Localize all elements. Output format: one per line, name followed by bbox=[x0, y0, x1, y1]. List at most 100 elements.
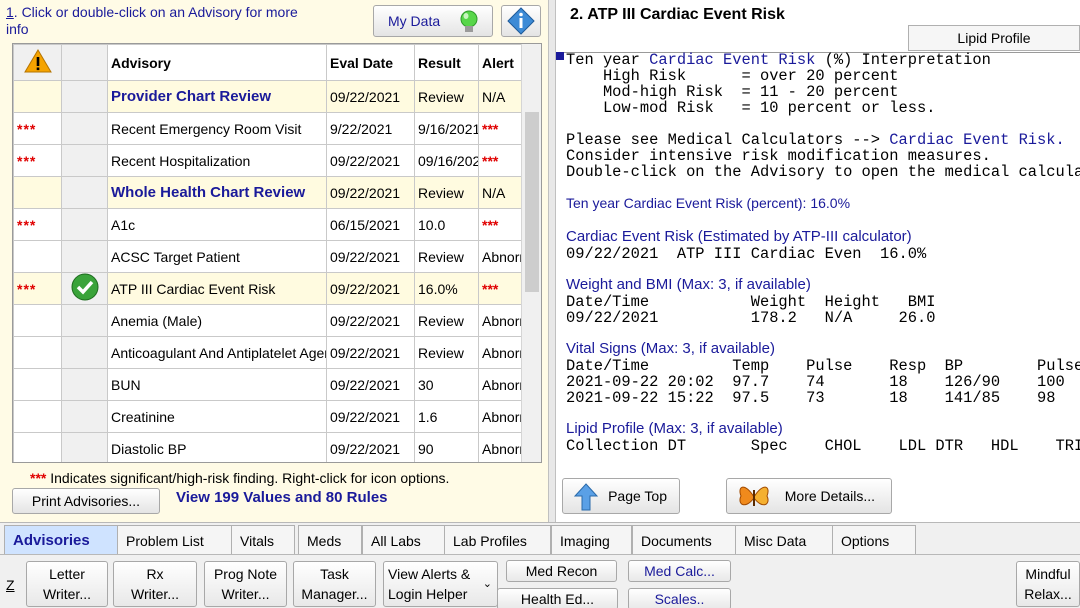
page-top-button[interactable]: Page Top bbox=[562, 478, 680, 514]
view-alerts-line2: Login Helper bbox=[388, 586, 468, 602]
status-icon-cell bbox=[61, 432, 108, 462]
scrollbar-thumb[interactable] bbox=[525, 112, 539, 292]
advisory-name-cell: Recent Emergency Room Visit bbox=[107, 112, 327, 145]
risk-flag-cell: *** bbox=[13, 112, 62, 145]
table-row[interactable]: *** Recent Emergency Room Visit 9/22/2021 9… bbox=[13, 112, 522, 145]
letter-writer-button[interactable]: Letter Writer... bbox=[26, 561, 108, 607]
advisory-name-cell: Whole Health Chart Review bbox=[107, 176, 327, 209]
status-icon-cell bbox=[61, 240, 108, 273]
detail-title: 2. ATP III Cardiac Event Risk bbox=[570, 6, 785, 23]
table-row[interactable]: Provider Chart Review 09/22/2021 Review N/A bbox=[13, 80, 522, 113]
warning-column-header[interactable] bbox=[13, 44, 62, 81]
alert-cell: *** bbox=[478, 112, 522, 145]
tab-documents[interactable]: Documents bbox=[632, 525, 736, 555]
status-icon-cell bbox=[61, 144, 108, 177]
tab-misc-data[interactable]: Misc Data bbox=[735, 525, 833, 555]
prog-note-line2: Writer... bbox=[221, 586, 270, 602]
result-cell: 90 bbox=[414, 432, 479, 462]
med-recon-button[interactable]: Med Recon bbox=[506, 560, 617, 582]
status-icon-cell bbox=[61, 112, 108, 145]
advisory-name-cell: Creatinine bbox=[107, 400, 327, 433]
table-row[interactable]: Anemia (Male)09/22/2021ReviewAbnormal bbox=[13, 304, 522, 337]
column-header-result[interactable]: Result bbox=[414, 44, 479, 81]
panel-instructions-text: . Click or double-click on an Advisory f… bbox=[6, 4, 298, 37]
table-row[interactable]: Anticoagulant And Antiplatelet Agents 09/… bbox=[13, 336, 522, 369]
column-header-advisory[interactable]: Advisory bbox=[107, 44, 327, 81]
alert-cell: N/A bbox=[478, 176, 522, 209]
view-alerts-line1: View Alerts & bbox=[388, 566, 471, 582]
vital-signs-header: Date/Time Temp Pulse Resp BP Pulse bbox=[566, 357, 1080, 375]
more-details-button[interactable]: More Details... bbox=[726, 478, 892, 514]
result-cell: 30 bbox=[414, 368, 479, 401]
lipid-profile-tab[interactable]: Lipid Profile bbox=[908, 25, 1080, 51]
tab-advisories[interactable]: Advisories bbox=[4, 525, 118, 555]
eval-date-cell: 09/22/2021 bbox=[326, 144, 415, 177]
weight-bmi-row: 09/22/2021 178.2 N/A 26.0 bbox=[566, 309, 936, 327]
table-row[interactable]: Whole Health Chart Review 09/22/2021 Revie… bbox=[13, 176, 522, 209]
advisory-name-cell: ACSC Target Patient bbox=[107, 240, 327, 273]
more-details-label: More Details... bbox=[784, 488, 875, 504]
tab-vitals[interactable]: Vitals bbox=[231, 525, 295, 555]
bottom-toolbar: Z Letter Writer... Rx Writer... Prog Note W… bbox=[0, 554, 1080, 608]
risk-line-low-mod: Low-mod Risk = 10 percent or less. bbox=[566, 99, 936, 117]
mindful-line2: Relax... bbox=[1024, 586, 1072, 602]
info-button[interactable] bbox=[501, 5, 541, 37]
alert-cell: Abnormal bbox=[478, 240, 522, 273]
health-ed-button[interactable]: Health Ed... bbox=[497, 588, 618, 608]
prog-note-line1: Prog Note bbox=[213, 566, 278, 582]
risk-flag-cell bbox=[13, 368, 62, 401]
checkmark-icon bbox=[71, 273, 98, 301]
eval-date-cell: 09/22/2021 bbox=[326, 80, 415, 113]
scales-button[interactable]: Scales.. bbox=[628, 588, 731, 608]
butterfly-icon bbox=[739, 486, 769, 506]
result-cell: 09/16/2021 bbox=[414, 144, 479, 177]
view-alerts-login-helper-button[interactable]: View Alerts & Login Helper ⌄ bbox=[383, 561, 498, 607]
result-cell: Review bbox=[414, 80, 479, 113]
table-row[interactable]: BUN09/22/202130Abnormal bbox=[13, 368, 522, 401]
advisory-name-cell: A1c bbox=[107, 208, 327, 241]
mindful-relax-button[interactable]: Mindful Relax... bbox=[1016, 561, 1080, 607]
view-values-link[interactable]: View 199 Values and 80 Rules bbox=[176, 489, 388, 506]
cardiac-event-risk-title: Cardiac Event Risk (Estimated by ATP-III… bbox=[566, 228, 912, 245]
tab-meds[interactable]: Meds bbox=[298, 525, 362, 555]
column-header-alert[interactable]: Alert bbox=[478, 44, 522, 81]
lightbulb-icon bbox=[460, 10, 478, 32]
task-manager-button[interactable]: Task Manager... bbox=[293, 561, 376, 607]
tab-all-labs[interactable]: All Labs bbox=[362, 525, 445, 555]
table-row[interactable]: *** ATP III Cardiac Event Risk 09/22/2021 1… bbox=[13, 272, 522, 305]
vital-signs-row: 2021-09-22 20:02 97.7 74 18 126/90 100 bbox=[566, 373, 1065, 391]
prog-note-writer-button[interactable]: Prog Note Writer... bbox=[204, 561, 287, 607]
weight-bmi-title: Weight and BMI (Max: 3, if available) bbox=[566, 276, 811, 293]
risk-line-mod-high: Mod-high Risk = 11 - 20 percent bbox=[566, 83, 899, 101]
table-row[interactable]: *** A1c 06/15/2021 10.0 *** bbox=[13, 208, 522, 241]
advisory-name-cell: Recent Hospitalization bbox=[107, 144, 327, 177]
alert-cell: Abnormal bbox=[478, 432, 522, 462]
section-marker bbox=[556, 52, 564, 60]
eval-date-cell: 09/22/2021 bbox=[326, 304, 415, 337]
double-click-line: Double-click on the Advisory to open the… bbox=[566, 163, 1080, 181]
advisory-name-cell: Anemia (Male) bbox=[107, 304, 327, 337]
letter-writer-line2: Writer... bbox=[43, 586, 91, 602]
med-calc-button[interactable]: Med Calc... bbox=[628, 560, 731, 582]
print-advisories-button[interactable]: Print Advisories... bbox=[12, 488, 160, 514]
advisories-scrollbar[interactable] bbox=[521, 44, 541, 462]
tab-lab-profiles[interactable]: Lab Profiles bbox=[444, 525, 551, 555]
status-icon-cell bbox=[61, 400, 108, 433]
tab-problem-list[interactable]: Problem List bbox=[117, 525, 232, 555]
eval-date-cell: 09/22/2021 bbox=[326, 240, 415, 273]
risk-flag-cell: *** bbox=[13, 272, 62, 305]
result-cell: Review bbox=[414, 336, 479, 369]
panel-splitter[interactable] bbox=[548, 0, 556, 522]
alert-cell: Abnormal bbox=[478, 368, 522, 401]
table-row[interactable]: Diastolic BP09/22/202190Abnormal bbox=[13, 432, 522, 462]
tab-options[interactable]: Options bbox=[832, 525, 916, 555]
table-row[interactable]: *** Recent Hospitalization 09/22/2021 09/16… bbox=[13, 144, 522, 177]
rx-writer-button[interactable]: Rx Writer... bbox=[113, 561, 197, 607]
tab-imaging[interactable]: Imaging bbox=[551, 525, 632, 555]
my-data-button[interactable]: My Data bbox=[373, 5, 493, 37]
column-header-eval-date[interactable]: Eval Date bbox=[326, 44, 415, 81]
table-row[interactable]: Creatinine09/22/20211.6Abnormal bbox=[13, 400, 522, 433]
risk-flag-cell bbox=[13, 240, 62, 273]
table-row[interactable]: ACSC Target Patient 09/22/2021 Review Abnor… bbox=[13, 240, 522, 273]
status-column-header[interactable] bbox=[61, 44, 108, 81]
